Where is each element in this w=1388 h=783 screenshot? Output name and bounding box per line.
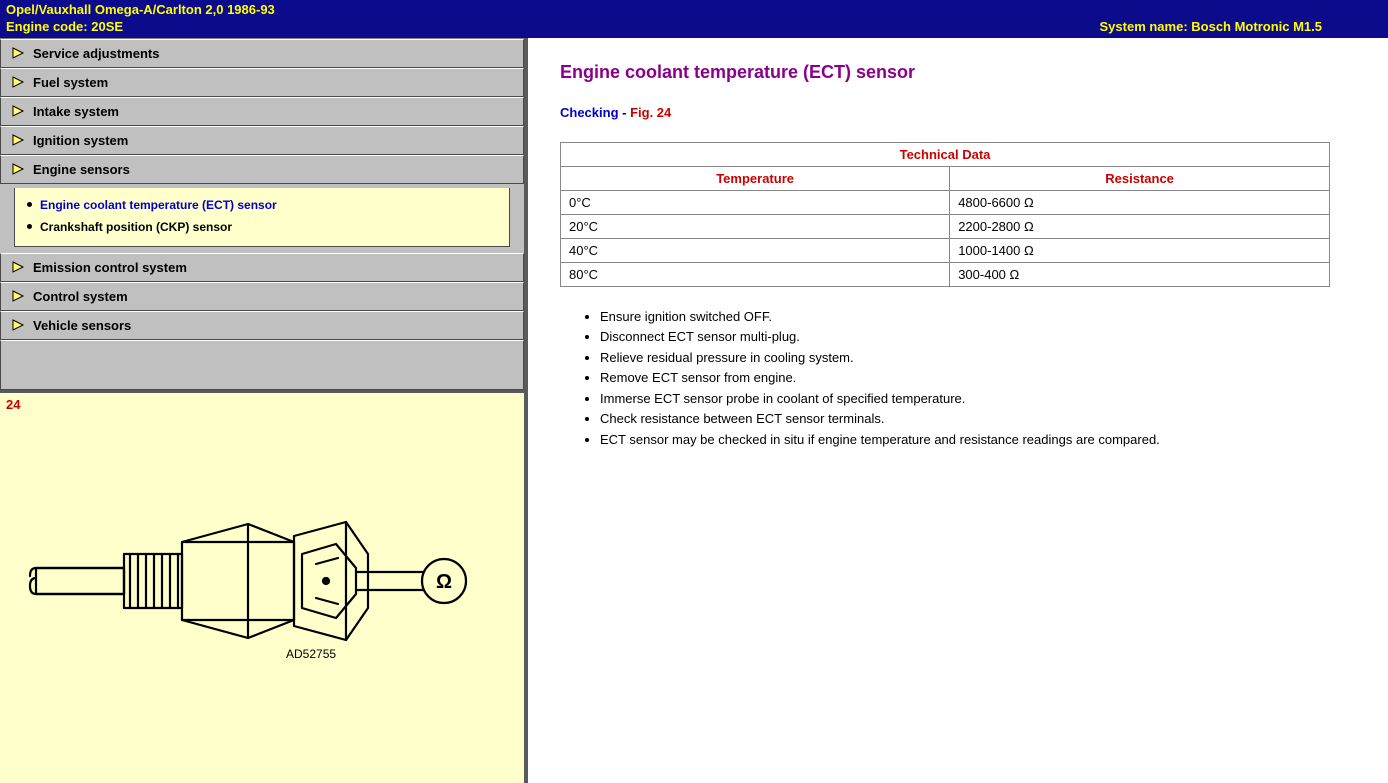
bullet-icon <box>27 224 32 229</box>
list-item: Relieve residual pressure in cooling sys… <box>600 348 1356 368</box>
sensor-diagram: Ω AD52755 <box>16 482 518 685</box>
nav-item[interactable]: Fuel system <box>0 68 524 97</box>
table-row: 0°C4800-6600 Ω <box>561 190 1330 214</box>
nav-item[interactable]: Vehicle sensors <box>0 311 524 340</box>
nav-item[interactable]: Emission control system <box>0 253 524 282</box>
list-item: Immerse ECT sensor probe in coolant of s… <box>600 389 1356 409</box>
arrow-right-icon <box>11 105 25 117</box>
table-row: 40°C1000-1400 Ω <box>561 238 1330 262</box>
arrow-right-icon <box>11 163 25 175</box>
nav-spacer <box>0 340 524 390</box>
nav-item[interactable]: Service adjustments <box>0 39 524 68</box>
checking-label: Checking <box>560 105 619 120</box>
part-code-label: AD52755 <box>286 647 336 661</box>
subnav-item[interactable]: Engine coolant temperature (ECT) sensor <box>25 194 499 216</box>
table-cell: 40°C <box>561 238 950 262</box>
nav-tree: Service adjustments Fuel system Intake sys… <box>0 38 524 390</box>
page-header: Opel/Vauxhall Omega-A/Carlton 2,0 1986-9… <box>0 0 1388 38</box>
nav-item-label: Ignition system <box>33 133 128 148</box>
subnav: Engine coolant temperature (ECT) sensor C… <box>14 188 510 247</box>
nav-item-label: Engine sensors <box>33 162 130 177</box>
arrow-right-icon <box>11 290 25 302</box>
arrow-right-icon <box>11 76 25 88</box>
list-item: Disconnect ECT sensor multi-plug. <box>600 327 1356 347</box>
nav-item-label: Fuel system <box>33 75 108 90</box>
list-item: ECT sensor may be checked in situ if eng… <box>600 430 1356 450</box>
arrow-right-icon <box>11 47 25 59</box>
checking-line: Checking - Fig. 24 <box>560 105 1356 120</box>
content-title: Engine coolant temperature (ECT) sensor <box>560 62 1356 83</box>
nav-item[interactable]: Engine sensors <box>0 155 524 184</box>
nav-item[interactable]: Ignition system <box>0 126 524 155</box>
table-cell: 0°C <box>561 190 950 214</box>
list-item: Remove ECT sensor from engine. <box>600 368 1356 388</box>
technical-data-table: Technical Data TemperatureResistance 0°C… <box>560 142 1330 287</box>
table-row: 20°C2200-2800 Ω <box>561 214 1330 238</box>
nav-item-label: Emission control system <box>33 260 187 275</box>
vehicle-title: Opel/Vauxhall Omega-A/Carlton 2,0 1986-9… <box>6 2 275 19</box>
list-item: Ensure ignition switched OFF. <box>600 307 1356 327</box>
table-cell: 1000-1400 Ω <box>950 238 1330 262</box>
table-cell: 4800-6600 Ω <box>950 190 1330 214</box>
figure-number: 24 <box>6 397 518 412</box>
nav-item-label: Vehicle sensors <box>33 318 131 333</box>
nav-item-label: Service adjustments <box>33 46 159 61</box>
arrow-right-icon <box>11 319 25 331</box>
arrow-right-icon <box>11 134 25 146</box>
table-cell: 20°C <box>561 214 950 238</box>
table-cell: 80°C <box>561 262 950 286</box>
table-cell: 300-400 Ω <box>950 262 1330 286</box>
subnav-item[interactable]: Crankshaft position (CKP) sensor <box>25 216 499 238</box>
procedure-steps: Ensure ignition switched OFF.Disconnect … <box>600 307 1356 450</box>
nav-item[interactable]: Control system <box>0 282 524 311</box>
table-cell: 2200-2800 Ω <box>950 214 1330 238</box>
system-name: System name: Bosch Motronic M1.5 <box>1100 19 1323 36</box>
bullet-icon <box>27 202 32 207</box>
nav-item-label: Control system <box>33 289 128 304</box>
table-column-header: Resistance <box>950 166 1330 190</box>
svg-text:Ω: Ω <box>436 571 452 593</box>
arrow-right-icon <box>11 261 25 273</box>
list-item: Check resistance between ECT sensor term… <box>600 409 1356 429</box>
figure-pane: 24 <box>0 390 524 783</box>
table-row: 80°C300-400 Ω <box>561 262 1330 286</box>
subnav-item-label: Engine coolant temperature (ECT) sensor <box>40 198 277 212</box>
figure-reference: Fig. 24 <box>630 105 671 120</box>
subnav-item-label: Crankshaft position (CKP) sensor <box>40 220 232 234</box>
table-column-header: Temperature <box>561 166 950 190</box>
nav-item-label: Intake system <box>33 104 119 119</box>
table-caption: Technical Data <box>561 142 1330 166</box>
content-pane: Engine coolant temperature (ECT) sensor … <box>528 38 1388 783</box>
nav-item[interactable]: Intake system <box>0 97 524 126</box>
engine-code: Engine code: 20SE <box>6 19 275 36</box>
